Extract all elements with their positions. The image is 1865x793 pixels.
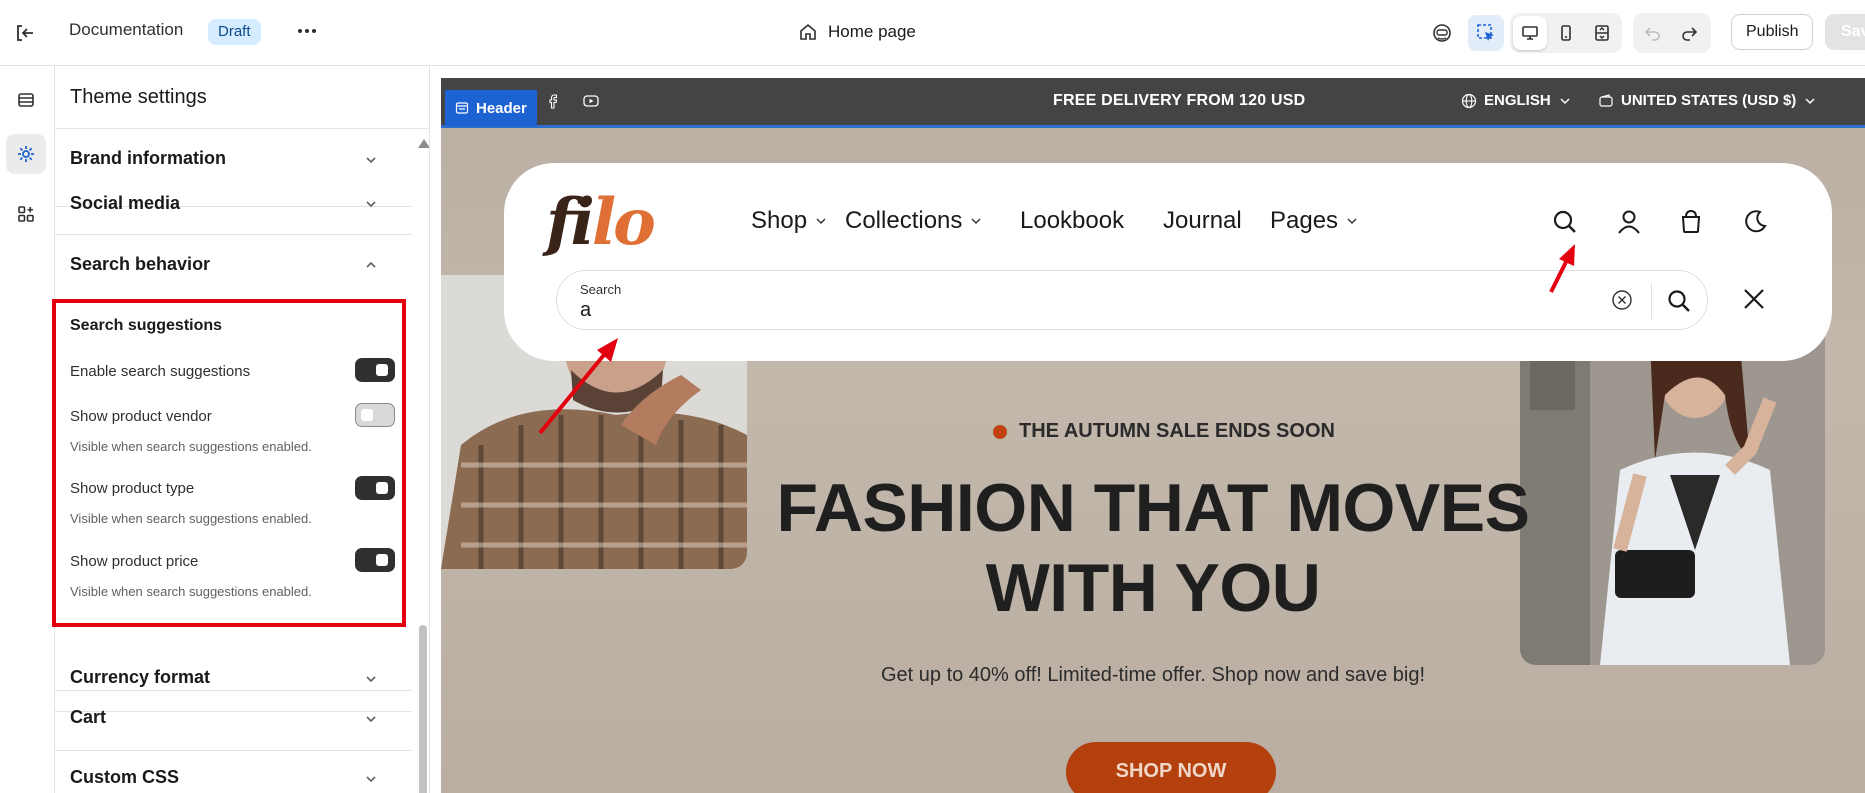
language-label: ENGLISH [1484,92,1551,109]
theme-settings-icon[interactable] [6,134,46,174]
scroll-thumb[interactable] [419,625,427,793]
panel-scrollbar[interactable] [415,129,429,793]
store-logo[interactable]: filo [546,185,656,260]
facebook-icon[interactable] [544,92,562,110]
status-dot [993,424,1007,439]
cart-icon[interactable] [1676,207,1706,237]
nav-label: Pages [1270,207,1339,234]
nav-label: Journal [1163,207,1242,234]
mobile-view-icon[interactable] [1549,16,1583,50]
editor-topbar: Documentation Draft Home page Publish Sa [0,0,1865,66]
chevron-down-icon [363,196,379,212]
hero-title-line: WITH YOU [985,550,1321,626]
hero-title: FASHION THAT MOVES WITH YOU [681,468,1625,628]
viewport-switcher [1510,13,1622,53]
section-label: Social media [70,193,181,213]
chevron-down-icon [1347,218,1357,224]
section-label: Cart [70,707,107,727]
hero-title-line: FASHION THAT MOVES [776,470,1530,546]
undo-icon[interactable] [1636,16,1670,50]
shop-now-button[interactable]: SHOP NOW [1066,742,1276,793]
nav-shop[interactable]: Shop [751,207,827,235]
nav-lookbook[interactable]: Lookbook [1020,207,1124,235]
store-header: filo Shop Collections Lookbook Journal P… [504,163,1832,361]
nav-journal[interactable]: Journal [1163,207,1242,235]
language-selector[interactable]: ENGLISH [1461,92,1572,109]
dark-mode-icon[interactable] [1740,207,1770,237]
section-tag-label: Header [476,99,527,117]
announcement-text: FREE DELIVERY FROM 120 USD [1053,92,1306,109]
hero-eyebrow: THE AUTUMN SALE ENDS SOON [993,420,1335,443]
redo-icon[interactable] [1672,16,1706,50]
chevron-down-icon [816,218,826,224]
clear-search-icon[interactable] [1611,289,1633,311]
annotation-highlight-box [52,299,406,627]
fullscreen-view-icon[interactable] [1585,16,1619,50]
chevron-down-icon [363,152,379,168]
section-label: Custom CSS [70,767,180,787]
close-search-icon[interactable] [1739,284,1769,314]
home-icon [798,22,818,42]
chevron-down-icon [1560,97,1570,104]
chevron-down-icon [363,671,379,687]
inspector-select-icon[interactable] [1468,15,1504,51]
section-social-media[interactable]: Social media [55,174,412,235]
section-cart[interactable]: Cart [55,690,412,751]
chevron-down-icon [363,711,379,727]
globe-icon [1461,93,1477,108]
divider [55,128,429,129]
nav-collections[interactable]: Collections [845,207,982,235]
search-input-label: Search [580,282,622,297]
nav-label: Lookbook [1020,207,1125,234]
panel-title: Theme settings [70,86,207,108]
wallet-icon [1599,93,1613,107]
chevron-down-icon [971,218,981,224]
nav-label: Shop [751,207,808,234]
page-name: Home page [828,22,916,41]
sections-icon[interactable] [6,80,46,120]
divider [1651,283,1652,319]
currency-selector[interactable]: UNITED STATES (USD $) [1598,92,1817,109]
page-selector[interactable]: Home page [798,18,916,46]
chevron-down-icon [363,771,379,787]
more-actions-icon[interactable] [294,18,320,44]
chevron-up-icon [363,257,379,273]
desktop-view-icon[interactable] [1513,16,1547,50]
search-input-value: a [580,299,592,321]
exit-icon[interactable] [12,20,38,46]
section-custom-css[interactable]: Custom CSS [55,751,412,793]
hero-subtitle: Get up to 40% off! Limited-time offer. S… [880,664,1426,686]
section-highlight-line [441,125,1865,128]
hero-eyebrow-text: THE AUTUMN SALE ENDS SOON [1019,420,1335,442]
scroll-up-arrow-icon[interactable] [418,139,429,148]
header-section-icon [455,102,469,114]
header-section-tag[interactable]: Header [445,90,537,126]
currency-label: UNITED STATES (USD $) [1621,92,1797,109]
youtube-icon[interactable] [582,92,600,110]
draft-badge: Draft [208,19,261,45]
section-search-behavior[interactable]: Search behavior [55,235,412,295]
section-label: Currency format [70,667,211,687]
nav-pages[interactable]: Pages [1270,207,1358,235]
announcement-bar: FREE DELIVERY FROM 120 USD ENGLISH UNITE… [441,78,1865,128]
storefront-preview: FREE DELIVERY FROM 120 USD ENGLISH UNITE… [441,78,1865,793]
apps-icon[interactable] [6,194,46,234]
chevron-down-icon [1805,97,1815,104]
editor-rail [0,66,55,793]
section-label: Search behavior [70,254,211,274]
search-input[interactable]: Search a [556,270,1708,330]
ai-assistant-icon[interactable] [1424,15,1460,51]
account-icon[interactable] [1614,207,1644,237]
theme-title: Documentation [69,20,184,39]
submit-search-icon[interactable] [1665,287,1693,315]
nav-label: Collections [845,207,963,234]
history-controls [1633,13,1711,53]
save-button[interactable]: Save [1825,14,1865,50]
publish-button[interactable]: Publish [1731,14,1814,50]
section-label: Brand information [70,148,226,168]
search-icon[interactable] [1550,207,1580,237]
